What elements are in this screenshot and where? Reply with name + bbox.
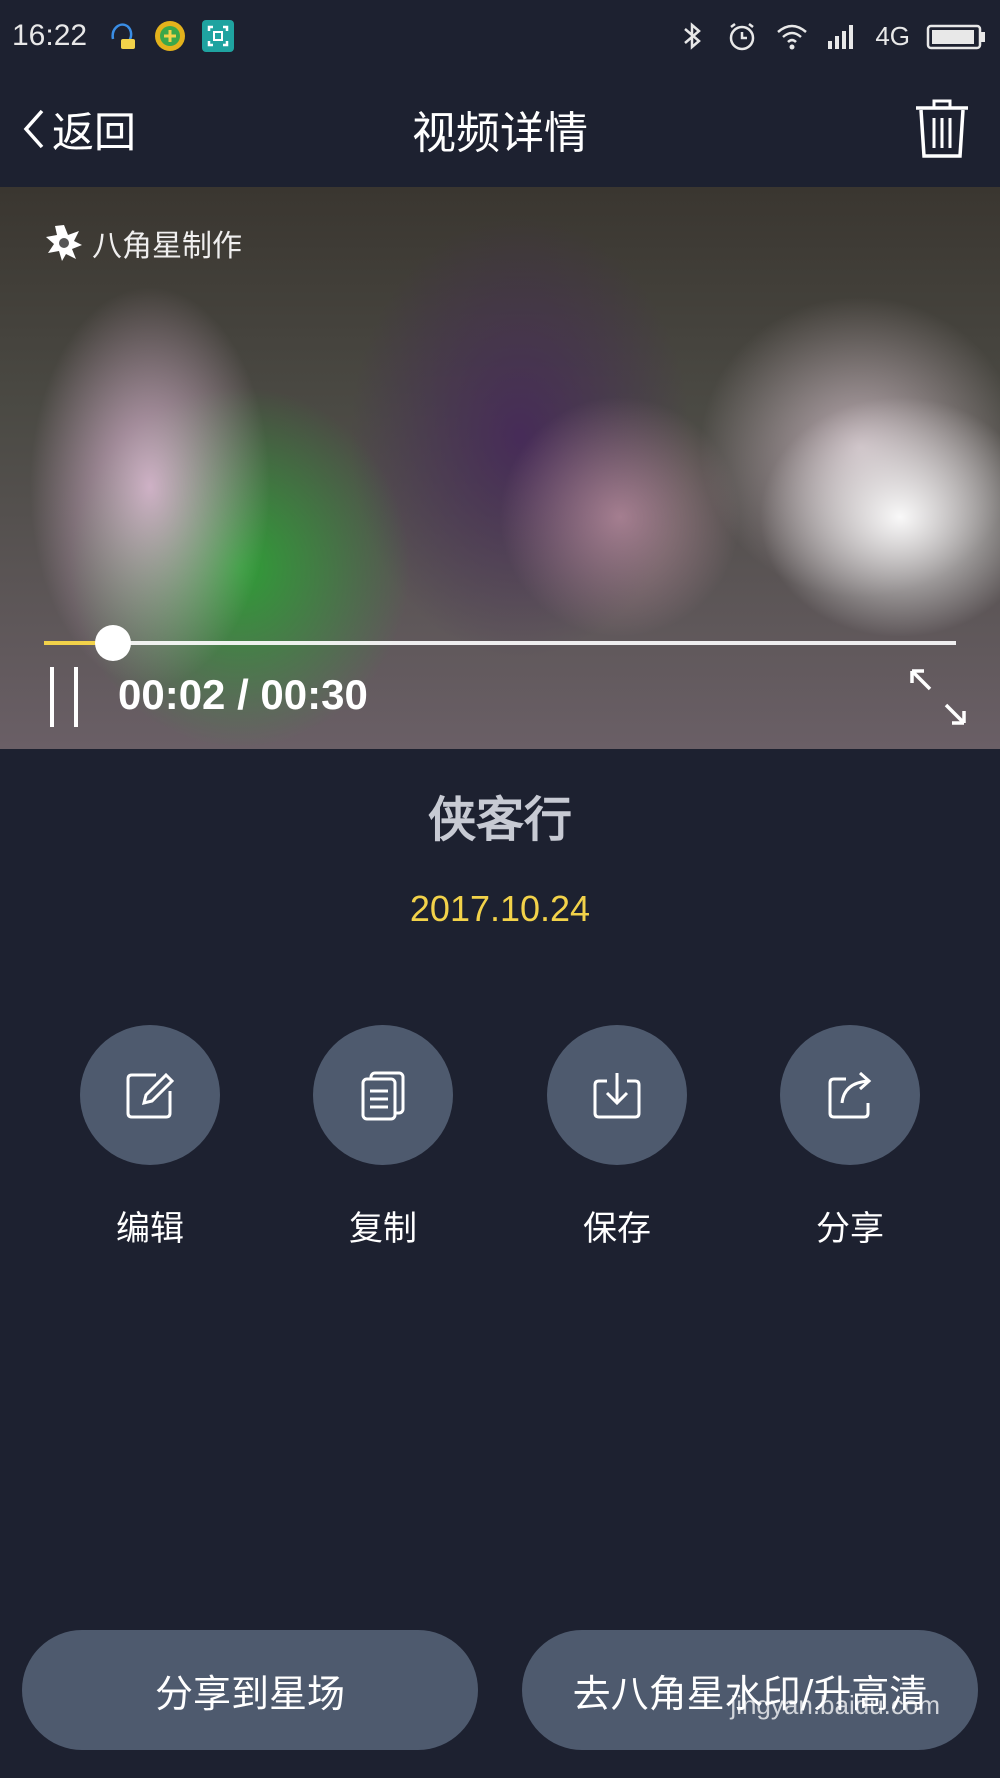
edit-label: 编辑 xyxy=(116,1209,184,1249)
fullscreen-icon[interactable] xyxy=(906,665,970,729)
share-circle xyxy=(780,1025,920,1165)
status-notification-icons xyxy=(105,19,235,53)
watermark-text: 八角星制作 xyxy=(92,229,242,264)
playback-time: 00:02 / 00:30 xyxy=(118,671,368,718)
video-player[interactable]: 八角星制作 00:02 / 00:30 xyxy=(0,187,1000,749)
status-system-icons: 4G xyxy=(675,19,988,53)
copy-button[interactable]: 复制 xyxy=(313,1025,453,1250)
edit-circle xyxy=(80,1025,220,1165)
progress-handle[interactable] xyxy=(95,625,132,661)
trash-icon[interactable] xyxy=(912,96,972,162)
navigation-header: 返回 视频详情 xyxy=(0,72,1000,187)
save-circle xyxy=(547,1025,687,1165)
status-bar: 16:22 4G xyxy=(0,0,1000,72)
save-button[interactable]: 保存 xyxy=(547,1025,687,1250)
plus-app-icon xyxy=(155,21,186,51)
share-label: 分享 xyxy=(816,1209,884,1249)
pause-bar-right xyxy=(74,667,78,727)
bluetooth-icon xyxy=(684,22,702,50)
page-title: 视频详情 xyxy=(412,108,588,159)
copy-circle xyxy=(313,1025,453,1165)
edit-button[interactable]: 编辑 xyxy=(80,1025,220,1250)
chat-bot-icon xyxy=(111,23,136,49)
site-watermark: jingyan.baidu.com xyxy=(730,1690,940,1720)
pause-bar-left xyxy=(50,667,54,727)
scan-app-icon xyxy=(202,20,235,52)
alarm-icon xyxy=(730,23,755,51)
edit-icon xyxy=(126,1072,175,1119)
download-icon xyxy=(593,1073,641,1119)
octagram-logo-icon xyxy=(46,225,82,261)
video-watermark: 八角星制作 xyxy=(44,221,242,265)
share-button[interactable]: 分享 xyxy=(780,1025,920,1250)
copy-icon xyxy=(361,1071,405,1121)
battery-icon xyxy=(926,24,985,50)
progress-bar[interactable] xyxy=(44,625,956,661)
signal-icon xyxy=(828,25,854,49)
share-to-plaza-button[interactable]: 分享到星场 xyxy=(22,1630,478,1750)
clip-title: 侠客行 xyxy=(427,792,572,848)
status-time: 16:22 xyxy=(12,19,88,52)
share-icon xyxy=(828,1071,872,1119)
wifi-icon xyxy=(777,24,808,50)
clip-date: 2017.10.24 xyxy=(409,888,591,929)
pause-button[interactable] xyxy=(50,667,84,727)
network-type: 4G xyxy=(875,20,910,51)
save-label: 保存 xyxy=(583,1209,651,1249)
copy-label: 复制 xyxy=(349,1209,417,1249)
